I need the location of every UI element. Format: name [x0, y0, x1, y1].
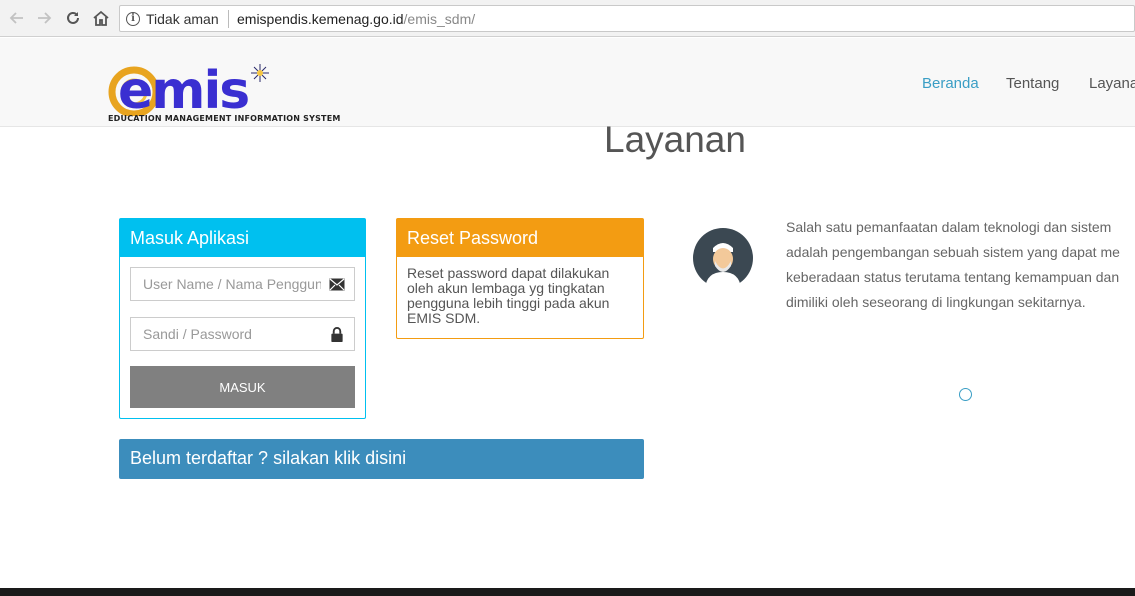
login-panel-title: Masuk Aplikasi [120, 219, 365, 257]
avatar [693, 228, 753, 288]
nav-tentang[interactable]: Tentang [1006, 75, 1059, 92]
url-host: emispendis.kemenag.go.id [237, 11, 404, 27]
address-bar[interactable]: i Tidak aman emispendis.kemenag.go.id/em… [119, 5, 1135, 32]
site-header: emis EDUCATION MANAGEMENT INFORMATION SY… [0, 38, 1135, 127]
logo-wordmark: emis [118, 61, 248, 116]
username-input[interactable] [131, 268, 321, 300]
description-line: keberadaan status terutama tentang kemam… [786, 269, 1120, 285]
description-line: adalah pengembangan sebuah sistem yang d… [786, 244, 1120, 260]
emis-logo-icon: emis [108, 61, 269, 121]
section-title: Layanan [604, 119, 746, 160]
browser-toolbar: i Tidak aman emispendis.kemenag.go.id/em… [0, 0, 1135, 37]
person-avatar-icon [693, 228, 753, 288]
carousel-indicator[interactable] [959, 388, 972, 401]
footer-bar [0, 588, 1135, 596]
arrow-left-icon [9, 12, 23, 24]
back-button[interactable] [6, 7, 28, 29]
password-input[interactable] [131, 318, 321, 350]
arrow-right-icon [38, 12, 52, 24]
address-separator [228, 10, 229, 28]
logo-subtitle: EDUCATION MANAGEMENT INFORMATION SYSTEM [108, 114, 341, 123]
lock-icon [331, 327, 343, 342]
reset-password-panel: Reset Password Reset password dapat dila… [396, 218, 644, 339]
security-status[interactable]: Tidak aman [146, 11, 219, 27]
reset-panel-body: Reset password dapat dilakukan oleh akun… [407, 265, 610, 326]
register-link[interactable]: Belum terdaftar ? silakan klik disini [119, 439, 644, 479]
url-text[interactable]: emispendis.kemenag.go.id/emis_sdm/ [237, 11, 475, 27]
info-icon[interactable]: i [126, 12, 140, 26]
username-field[interactable] [130, 267, 355, 301]
description-line: dimiliki oleh seseorang di lingkungan se… [786, 294, 1086, 310]
home-button[interactable] [90, 7, 112, 29]
description-line: Salah satu pemanfaatan dalam teknologi d… [786, 219, 1112, 235]
reset-panel-title: Reset Password [397, 219, 643, 257]
forward-button[interactable] [33, 7, 55, 29]
password-field[interactable] [130, 317, 355, 351]
reload-icon [67, 11, 79, 24]
login-button[interactable]: MASUK [130, 366, 355, 408]
login-panel: Masuk Aplikasi MASUK [119, 218, 366, 419]
service-description: Salah satu pemanfaatan dalam teknologi d… [786, 215, 1135, 315]
emis-logo[interactable]: emis EDUCATION MANAGEMENT INFORMATION SY… [108, 60, 340, 126]
reload-button[interactable] [62, 7, 84, 29]
envelope-icon [329, 278, 345, 291]
nav-beranda[interactable]: Beranda [922, 75, 979, 92]
home-icon [93, 10, 109, 26]
url-path: /emis_sdm/ [403, 11, 476, 27]
nav-layanan[interactable]: Layanan [1089, 75, 1135, 92]
